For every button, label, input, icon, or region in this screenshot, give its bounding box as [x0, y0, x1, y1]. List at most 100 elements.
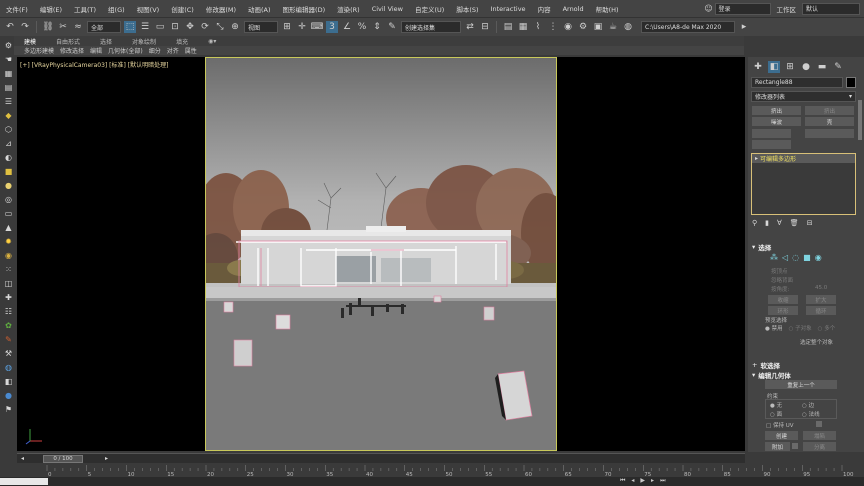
shell-button[interactable]: 壳	[805, 117, 854, 126]
ignore-backfacing-option[interactable]: 忽略背面	[771, 276, 793, 284]
menu-content[interactable]: 内容	[532, 4, 557, 14]
place-icon[interactable]: ⊕	[229, 21, 241, 33]
collapse-button[interactable]: 塌陷	[803, 431, 836, 440]
move-icon[interactable]: ✥	[184, 21, 196, 33]
motion-tab-icon[interactable]: ●	[800, 61, 812, 73]
keyboard-shortcut-icon[interactable]: ⌨	[311, 21, 324, 33]
subtool-properties[interactable]: 属性	[185, 46, 197, 55]
play-icon[interactable]: ▶	[640, 477, 645, 485]
border-mode-icon[interactable]: ◌	[792, 253, 799, 262]
subtool-geometry-all[interactable]: 几何体(全部)	[108, 46, 143, 55]
time-slider-handle[interactable]: 0 / 100	[43, 455, 83, 463]
schematic-view-icon[interactable]: ⋮	[547, 21, 559, 33]
menu-customize[interactable]: 自定义(U)	[409, 4, 450, 14]
preview-disabled-radio[interactable]: ● 禁用	[765, 324, 783, 332]
menu-graph-editors[interactable]: 图形编辑器(D)	[277, 4, 332, 14]
maxscript-listener[interactable]	[0, 478, 48, 485]
mirror-icon[interactable]: ⇄	[464, 21, 476, 33]
element-mode-icon[interactable]: ◉	[815, 253, 822, 262]
object-name-field[interactable]: Rectangle88	[751, 77, 843, 88]
material-editor-icon[interactable]: ◉	[562, 21, 574, 33]
brush-icon[interactable]: ✎	[3, 334, 14, 345]
selection-rollout-header[interactable]: ▾ 选择	[752, 242, 771, 252]
menu-rendering[interactable]: 渲染(R)	[331, 4, 366, 14]
ball-icon[interactable]: ●	[3, 390, 14, 401]
ribbon-tab-selection[interactable]: 选择	[90, 37, 122, 46]
utilities-tab-icon[interactable]: ✎	[832, 61, 844, 73]
dots-icon[interactable]: ⁙	[3, 264, 14, 275]
grid-icon[interactable]: ▦	[3, 68, 14, 79]
poly-icon[interactable]: ⬡	[3, 124, 14, 135]
extrude-button-2[interactable]: 挤出	[805, 106, 854, 115]
angle-snap-icon[interactable]: ∠	[341, 21, 353, 33]
menu-create[interactable]: 创建(C)	[165, 4, 200, 14]
constraint-normal-radio[interactable]: ○ 法线	[802, 410, 820, 418]
track-bar[interactable]: 0 5 10 15 20 25 30 35 40 45 50 55 60 65 70 75 80 85 90 95 10…	[17, 463, 862, 477]
list-icon[interactable]: ☰	[3, 96, 14, 107]
plane-icon[interactable]: ▭	[3, 208, 14, 219]
attach-settings-icon[interactable]	[792, 443, 798, 449]
align-icon[interactable]: ⊟	[479, 21, 491, 33]
attach-button[interactable]: 附加	[765, 442, 790, 451]
go-end-icon[interactable]: ⏭	[660, 477, 665, 485]
tools-icon[interactable]: ⚑	[3, 404, 14, 415]
render-icon[interactable]: ☕	[607, 21, 619, 33]
display-tab-icon[interactable]: ▬	[816, 61, 828, 73]
preview-multi-radio[interactable]: ○ 多个	[818, 324, 836, 332]
selection-filter-dropdown[interactable]: 全部	[87, 21, 121, 33]
ribbon-tab-object-paint[interactable]: 对象绘制	[122, 37, 166, 46]
menu-scripting[interactable]: 脚本(S)	[450, 4, 484, 14]
menu-file[interactable]: 文件(F)	[0, 4, 34, 14]
go-start-icon[interactable]: ⏮	[620, 477, 625, 485]
project-path-dropdown[interactable]: C:\Users\A8-de Max 2020	[641, 21, 735, 33]
detach-button[interactable]: 分离	[803, 442, 836, 451]
hand-icon[interactable]: ☚	[3, 54, 14, 65]
menu-edit[interactable]: 编辑(E)	[34, 4, 68, 14]
subtool-align[interactable]: 对齐	[167, 46, 179, 55]
ribbon-tab-freeform[interactable]: 自由形式	[46, 37, 90, 46]
configure-sets-icon[interactable]: ⊟	[807, 219, 813, 229]
render-online-icon[interactable]: ◍	[622, 21, 634, 33]
preserve-uv-checkbox[interactable]: □ 保持 UV	[766, 421, 794, 429]
box-icon[interactable]: ■	[3, 166, 14, 177]
edge-mode-icon[interactable]: ◁	[782, 253, 788, 262]
pin-stack-icon[interactable]: ⚲	[752, 219, 757, 229]
prev-frame-icon[interactable]: ◂	[21, 455, 24, 462]
select-icon[interactable]: ⬚	[124, 21, 136, 33]
spacewarp-icon[interactable]: ☷	[3, 306, 14, 317]
prev-key-icon[interactable]: ◂	[631, 477, 634, 485]
make-unique-icon[interactable]: ∀	[777, 219, 782, 229]
select-manipulate-icon[interactable]: ✛	[296, 21, 308, 33]
cone-icon[interactable]: ▲	[3, 222, 14, 233]
link-icon[interactable]: ⛓	[42, 21, 54, 33]
repeat-last-button[interactable]: 重复上一个	[765, 380, 837, 389]
workspace-dropdown[interactable]: 默认	[802, 2, 860, 15]
scale-icon[interactable]: ⤡	[214, 21, 226, 33]
remove-modifier-icon[interactable]: 🗑	[790, 219, 799, 229]
undo-icon[interactable]: ↶	[4, 21, 16, 33]
helper-icon[interactable]: ✚	[3, 292, 14, 303]
render-setup-icon[interactable]: ⚙	[577, 21, 589, 33]
paint-icon[interactable]: ✿	[3, 320, 14, 331]
edge-icon[interactable]: ⊿	[3, 138, 14, 149]
shape-icon[interactable]: ◧	[3, 376, 14, 387]
constraint-face-radio[interactable]: ○ 面	[770, 410, 782, 418]
subtool-poly-modeling[interactable]: 多边形建模	[24, 46, 54, 55]
rect-region-icon[interactable]: ▭	[154, 21, 166, 33]
polygon-mode-icon[interactable]: ■	[803, 253, 811, 262]
extrude-button-1[interactable]: 挤出	[752, 106, 801, 115]
render-frame-icon[interactable]: ▣	[592, 21, 604, 33]
vertex-mode-icon[interactable]: ⁂	[770, 253, 778, 262]
menu-group[interactable]: 组(G)	[102, 4, 131, 14]
modify-tab-icon[interactable]: ◧	[768, 61, 780, 73]
create-tab-icon[interactable]: ✚	[752, 61, 764, 73]
user-login-dropdown[interactable]: 登录	[714, 2, 771, 15]
modifier-list-dropdown[interactable]: 修改器列表 ▾	[751, 91, 856, 102]
subtool-edit[interactable]: 编辑	[90, 46, 102, 55]
globe-icon[interactable]: ◍	[3, 362, 14, 373]
stack-item-editable-poly[interactable]: ▸ 可编辑多边形	[752, 154, 855, 163]
object-color-swatch[interactable]	[846, 77, 856, 88]
cylinder-icon[interactable]: ◎	[3, 194, 14, 205]
constraint-none-radio[interactable]: ● 无	[770, 401, 782, 409]
snap-icon[interactable]: 3	[326, 21, 338, 33]
